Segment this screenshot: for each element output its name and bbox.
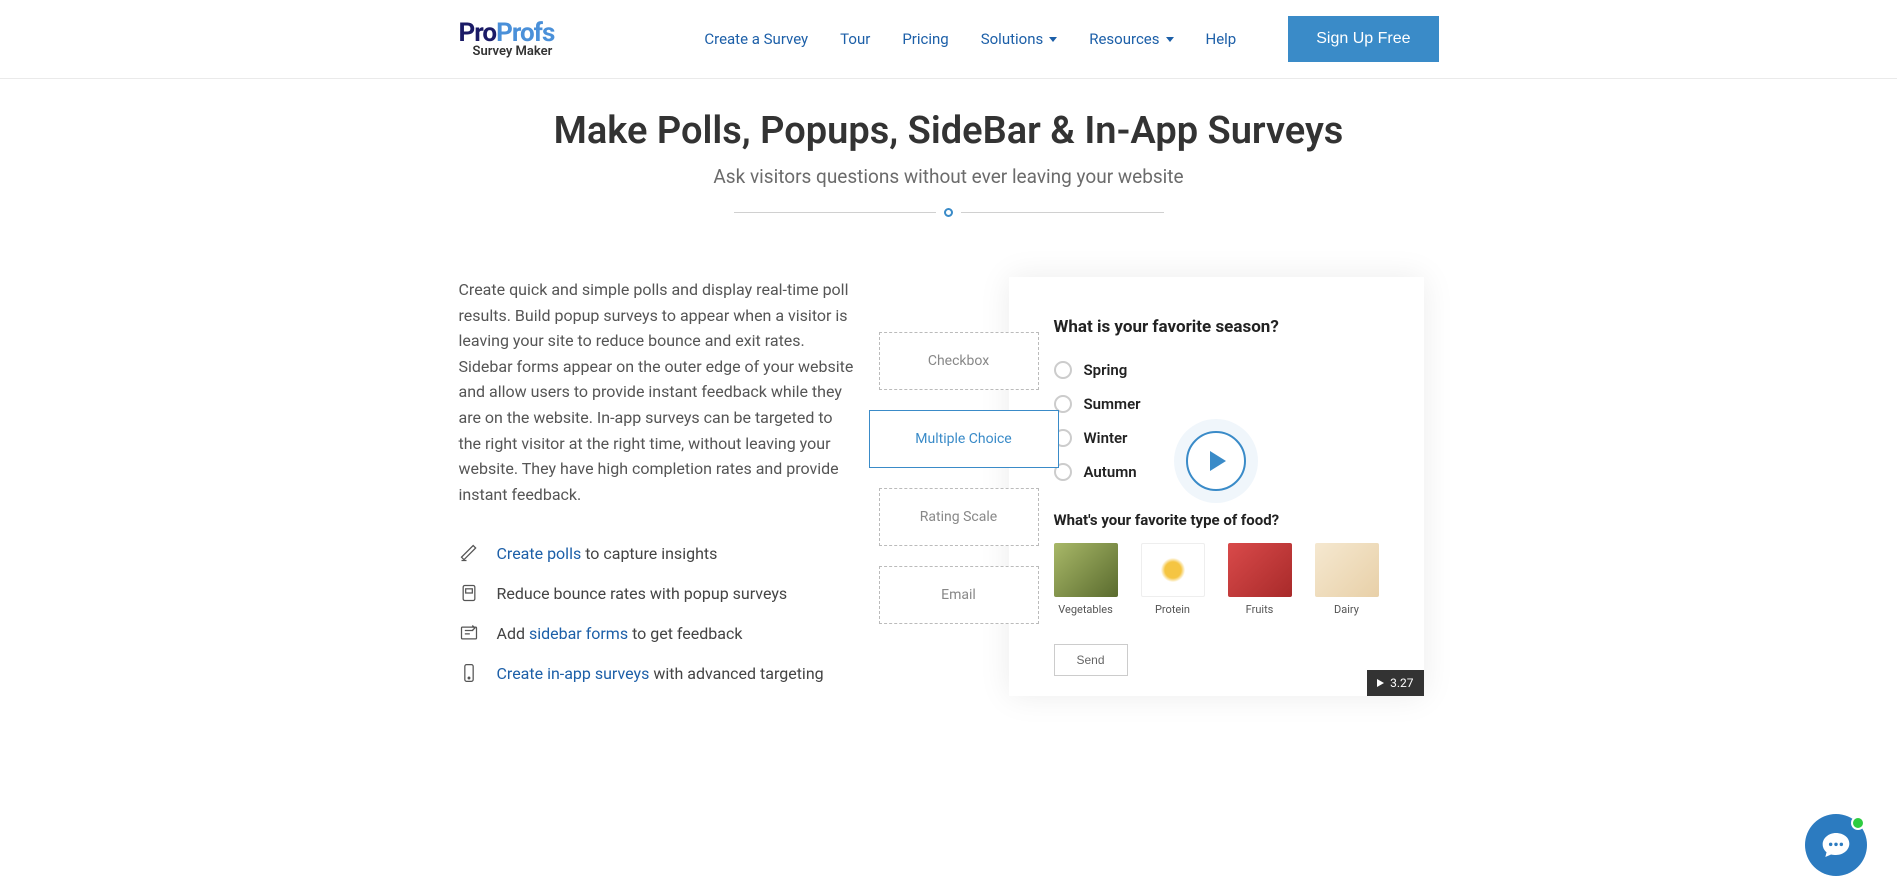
question-1-title: What is your favorite season?: [1054, 317, 1379, 337]
qtype-multiple-choice[interactable]: Multiple Choice: [869, 410, 1059, 468]
food-vegetables[interactable]: Vegetables: [1054, 543, 1118, 616]
popup-icon: [459, 583, 479, 603]
form-icon: [459, 623, 479, 643]
nav-resources[interactable]: Resources: [1089, 30, 1173, 48]
nav-help[interactable]: Help: [1206, 30, 1237, 48]
create-polls-link[interactable]: Create polls: [497, 544, 582, 563]
qtype-checkbox[interactable]: Checkbox: [879, 332, 1039, 390]
logo[interactable]: ProProfs Survey Maker: [459, 20, 555, 59]
fruits-image: [1228, 543, 1292, 597]
radio-icon: [1054, 361, 1072, 379]
survey-preview: What is your favorite season? Spring Sum…: [1009, 277, 1424, 696]
inapp-surveys-link[interactable]: Create in-app surveys: [497, 664, 650, 683]
right-column: Checkbox Multiple Choice Rating Scale Em…: [879, 277, 1439, 696]
chat-widget[interactable]: [1805, 814, 1867, 876]
video-duration-badge[interactable]: 3.27: [1367, 670, 1423, 696]
sidebar-forms-link[interactable]: sidebar forms: [529, 624, 628, 643]
dairy-image: [1315, 543, 1379, 597]
feature-list: Create polls to capture insights Reduce …: [459, 543, 859, 683]
chevron-down-icon: [1166, 37, 1174, 42]
play-icon: [1377, 679, 1384, 687]
option-summer[interactable]: Summer: [1054, 395, 1379, 413]
send-button[interactable]: Send: [1054, 644, 1128, 676]
nav-solutions[interactable]: Solutions: [981, 30, 1058, 48]
play-button[interactable]: [1186, 431, 1246, 491]
signup-button[interactable]: Sign Up Free: [1288, 16, 1438, 62]
mobile-icon: [459, 663, 479, 683]
feature-sidebar: Add sidebar forms to get feedback: [459, 623, 859, 643]
nav-create-survey[interactable]: Create a Survey: [704, 30, 808, 48]
main-nav: Create a Survey Tour Pricing Solutions R…: [704, 16, 1438, 62]
qtype-rating-scale[interactable]: Rating Scale: [879, 488, 1039, 546]
logo-subtitle: Survey Maker: [459, 44, 555, 59]
feature-inapp: Create in-app surveys with advanced targ…: [459, 663, 859, 683]
question-2-title: What's your favorite type of food?: [1054, 511, 1379, 529]
page-subtitle: Ask visitors questions without ever leav…: [0, 165, 1897, 188]
nav-tour[interactable]: Tour: [840, 30, 870, 48]
nav-pricing[interactable]: Pricing: [902, 30, 948, 48]
vegetables-image: [1054, 543, 1118, 597]
feature-bounce: Reduce bounce rates with popup surveys: [459, 583, 859, 603]
food-options: Vegetables Protein Fruits Dairy: [1054, 543, 1379, 616]
page-title: Make Polls, Popups, SideBar & In-App Sur…: [0, 109, 1897, 153]
question-type-list: Checkbox Multiple Choice Rating Scale Em…: [879, 332, 1039, 624]
left-column: Create quick and simple polls and displa…: [459, 277, 859, 696]
site-header: ProProfs Survey Maker Create a Survey To…: [0, 0, 1897, 79]
option-spring[interactable]: Spring: [1054, 361, 1379, 379]
divider: [734, 208, 1164, 217]
food-protein[interactable]: Protein: [1141, 543, 1205, 616]
feature-polls: Create polls to capture insights: [459, 543, 859, 563]
qtype-email[interactable]: Email: [879, 566, 1039, 624]
hero-section: Make Polls, Popups, SideBar & In-App Sur…: [0, 79, 1897, 227]
food-dairy[interactable]: Dairy: [1315, 543, 1379, 616]
protein-image: [1141, 543, 1205, 597]
online-status-icon: [1851, 816, 1865, 830]
food-fruits[interactable]: Fruits: [1228, 543, 1292, 616]
play-icon: [1210, 451, 1226, 471]
main-content: Create quick and simple polls and displa…: [449, 277, 1449, 696]
description-text: Create quick and simple polls and displa…: [459, 277, 859, 507]
pencil-icon: [459, 543, 479, 563]
chevron-down-icon: [1049, 37, 1057, 42]
chat-icon: [1820, 829, 1852, 861]
